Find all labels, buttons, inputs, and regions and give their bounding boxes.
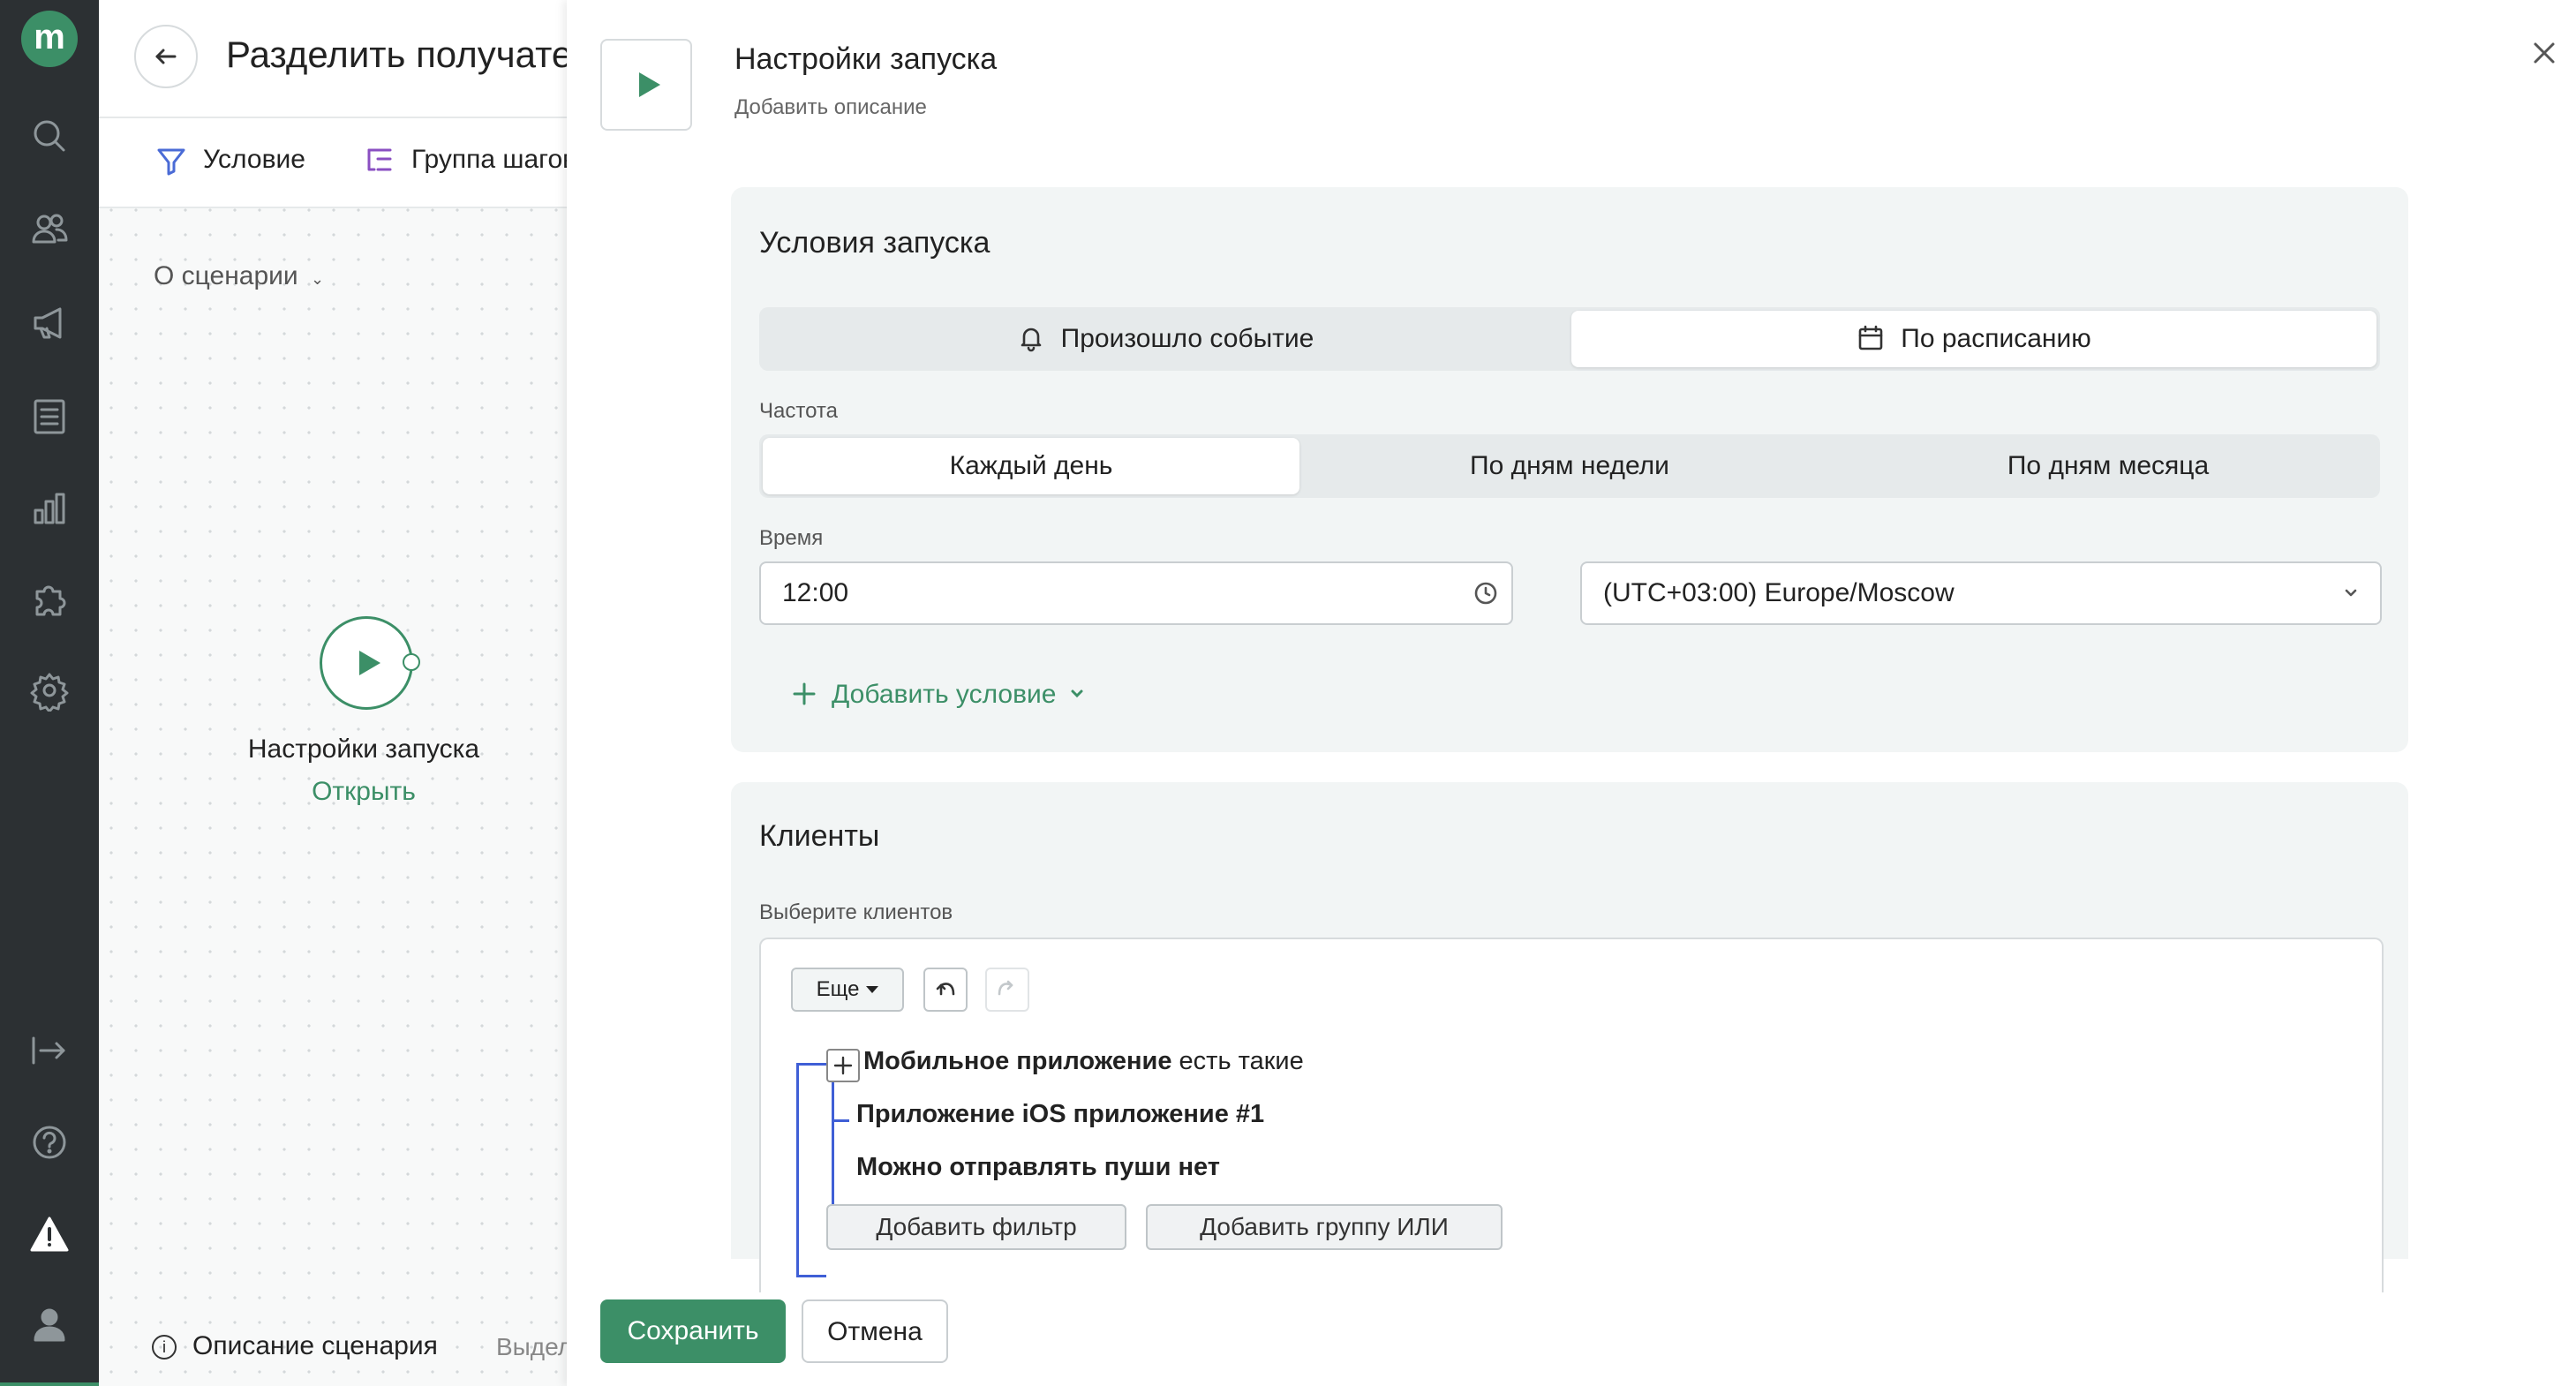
scenario-title: Разделить получате: [226, 34, 567, 75]
segment-editor: Еще Мобильное приложение есть такие Прил…: [759, 938, 2384, 1292]
trigger-event-label: Произошло событие: [1060, 324, 1314, 353]
select-clients-label: Выберите клиентов: [759, 900, 953, 924]
undo-icon: [936, 983, 955, 996]
close-icon: [2534, 42, 2555, 64]
frequency-label: Частота: [759, 399, 838, 423]
profile-icon[interactable]: [28, 1303, 71, 1345]
step-group-icon: [367, 148, 392, 171]
panel-description[interactable]: Добавить описание: [734, 95, 927, 120]
more-dropdown-button[interactable]: Еще: [791, 968, 904, 1012]
trigger-type-switch: Произошло событие По расписанию: [759, 307, 2380, 371]
search-icon[interactable]: [28, 115, 71, 157]
add-condition-label: Добавить условие: [832, 680, 1057, 709]
trigger-schedule-label: По расписанию: [1901, 324, 2091, 353]
rail-bottom-accent: [0, 1382, 99, 1386]
chevron-down-icon: [1071, 689, 1082, 698]
timezone-select[interactable]: (UTC+03:00) Europe/Moscow: [1580, 561, 2382, 625]
close-button[interactable]: [2527, 35, 2562, 71]
time-input[interactable]: 12:00: [759, 561, 1513, 625]
info-icon: i: [152, 1335, 177, 1360]
launch-conditions-heading: Условия запуска: [759, 226, 990, 260]
filter-push-allowed[interactable]: Можно отправлять пуши нет: [856, 1153, 1220, 1182]
arrow-left-icon: [155, 49, 177, 64]
timezone-value: (UTC+03:00) Europe/Moscow: [1603, 578, 1955, 607]
tool-step-group[interactable]: Группа шагов: [367, 145, 567, 175]
about-scenario-dropdown[interactable]: О сценарии ⌄: [154, 261, 324, 291]
redo-button[interactable]: [985, 968, 1029, 1012]
play-icon: [639, 72, 660, 97]
redo-icon: [998, 980, 1013, 996]
tree-line-sub-1: [832, 1119, 849, 1122]
scenario-builder: Разделить получате Условие Группа шагов …: [99, 0, 567, 1386]
node-output-port[interactable]: [403, 653, 420, 671]
filter-icon: [157, 148, 185, 176]
add-or-group-button[interactable]: Добавить группу ИЛИ: [1146, 1204, 1503, 1250]
filter-mobile-app-condition: есть такие: [1171, 1047, 1304, 1075]
panel-title[interactable]: Настройки запуска: [734, 42, 997, 77]
cancel-button[interactable]: Отмена: [802, 1299, 948, 1363]
puzzle-icon[interactable]: [28, 579, 71, 621]
time-value: 12:00: [782, 578, 849, 607]
play-icon: [359, 651, 380, 675]
frequency-weekdays-option[interactable]: По дням недели: [1301, 438, 1838, 494]
filter-ios-app-text: Приложение iOS приложение #1: [856, 1100, 1265, 1128]
filter-push-allowed-text: Можно отправлять пуши нет: [856, 1153, 1220, 1181]
scenario-description-button[interactable]: i Описание сценария: [152, 1331, 438, 1361]
add-filter-button[interactable]: Добавить фильтр: [826, 1204, 1126, 1250]
scenario-description-label: Описание сценария: [192, 1331, 438, 1360]
nav-rail: m: [0, 0, 99, 1386]
clock-icon: [1474, 582, 1497, 605]
add-condition-button[interactable]: Добавить условие: [791, 680, 1085, 710]
panel-node-icon: [600, 39, 692, 131]
launch-settings-panel: Настройки запуска Добавить описание Усло…: [567, 0, 2576, 1386]
undo-button[interactable]: [923, 968, 968, 1012]
chevron-down-icon: ⌄: [311, 270, 325, 288]
caret-down-icon: [866, 986, 879, 993]
save-button[interactable]: Сохранить: [600, 1299, 786, 1363]
expand-filter-button[interactable]: [826, 1049, 860, 1082]
time-label: Время: [759, 526, 824, 550]
tree-line-main: [796, 1063, 799, 1277]
chevron-down-icon: [2345, 589, 2357, 597]
warning-icon[interactable]: [28, 1213, 71, 1255]
filter-ios-app[interactable]: Приложение iOS приложение #1: [856, 1100, 1264, 1129]
app-logo[interactable]: m: [21, 11, 78, 67]
tool-step-group-label: Группа шагов: [411, 145, 567, 174]
help-icon[interactable]: [28, 1121, 71, 1164]
trigger-schedule-option[interactable]: По расписанию: [1571, 311, 2376, 367]
trigger-event-option[interactable]: Произошло событие: [763, 311, 1568, 367]
tool-condition[interactable]: Условие: [157, 145, 305, 176]
chart-icon[interactable]: [28, 487, 71, 530]
launch-conditions-card: Условия запуска Произошло событие По рас…: [731, 187, 2408, 752]
megaphone-icon[interactable]: [28, 302, 71, 344]
start-node[interactable]: [320, 616, 413, 710]
filter-mobile-app-name: Мобильное приложение: [863, 1047, 1172, 1075]
collapse-icon[interactable]: [28, 1029, 71, 1072]
plus-icon: [793, 682, 816, 705]
builder-header: Разделить получате: [99, 0, 567, 118]
back-button[interactable]: [134, 25, 198, 88]
tree-line-bottom: [796, 1275, 826, 1277]
frequency-switch: Каждый день По дням недели По дням месяц…: [759, 434, 2380, 498]
tree-line-sub: [832, 1081, 834, 1224]
tree-line-top: [796, 1063, 826, 1066]
node-title: Настройки запуска: [247, 734, 480, 764]
builder-toolbar: Условие Группа шагов: [99, 118, 567, 208]
users-icon[interactable]: [28, 208, 71, 251]
calendar-icon: [1858, 325, 1883, 350]
tool-condition-label: Условие: [203, 145, 305, 174]
clients-heading: Клиенты: [759, 819, 880, 853]
filter-mobile-app[interactable]: Мобильное приложение есть такие: [863, 1047, 1304, 1076]
frequency-monthdays-option[interactable]: По дням месяца: [1840, 438, 2376, 494]
bell-icon: [1021, 328, 1041, 352]
clients-card: Клиенты Выберите клиентов Еще Мобильное …: [731, 782, 2408, 1292]
plus-icon: [833, 1056, 853, 1075]
frequency-daily-option[interactable]: Каждый день: [763, 438, 1299, 494]
about-scenario-label: О сценарии: [154, 261, 298, 290]
select-label: Выдел: [496, 1333, 567, 1360]
more-button-label: Еще: [816, 977, 860, 1001]
document-icon[interactable]: [28, 395, 71, 438]
gear-icon[interactable]: [28, 669, 71, 713]
node-open-link[interactable]: Открыть: [125, 777, 567, 807]
